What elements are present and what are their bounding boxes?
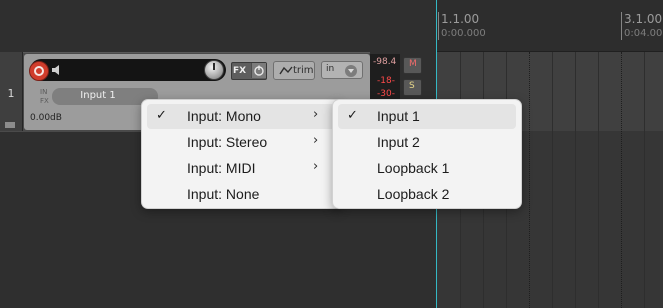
mono-input-submenu: ✓ Input 1 Input 2 Loopback 1 Loopback 2 bbox=[332, 99, 522, 209]
input-fx-fx-label: FX bbox=[40, 97, 49, 105]
menu-item-input-2[interactable]: Input 2 bbox=[338, 130, 516, 155]
ruler-tick bbox=[621, 12, 622, 40]
menu-item-label: Input 2 bbox=[377, 134, 420, 150]
input-fx-in-label: IN bbox=[40, 88, 48, 96]
ruler-tick bbox=[438, 12, 439, 40]
menu-item-loopback-1[interactable]: Loopback 1 bbox=[338, 156, 516, 181]
menu-item-input-1[interactable]: ✓ Input 1 bbox=[338, 104, 516, 129]
fx-button-label: FX bbox=[233, 66, 247, 76]
menu-item-label: Loopback 1 bbox=[377, 160, 450, 176]
menu-item-label: Input 1 bbox=[377, 108, 420, 124]
chevron-right-icon: › bbox=[313, 159, 319, 174]
ruler-bar-label: 1.1.00 bbox=[441, 12, 480, 26]
timeline-ruler[interactable] bbox=[437, 0, 663, 52]
menu-item-label: Input: None bbox=[187, 186, 260, 202]
menu-item-input-mono[interactable]: ✓ Input: Mono › bbox=[147, 104, 336, 129]
menu-item-label: Input: MIDI bbox=[187, 160, 256, 176]
grid-line bbox=[552, 52, 553, 308]
menu-item-input-stereo[interactable]: Input: Stereo › bbox=[147, 130, 336, 155]
menu-item-label: Loopback 2 bbox=[377, 186, 450, 202]
speaker-icon[interactable] bbox=[51, 64, 63, 76]
mute-button-label: M bbox=[409, 59, 417, 69]
pan-knob[interactable] bbox=[204, 60, 224, 80]
menu-item-input-midi[interactable]: Input: MIDI › bbox=[147, 156, 336, 181]
check-icon: ✓ bbox=[156, 108, 167, 123]
ruler-time-label: 0:04.00 bbox=[624, 28, 663, 39]
check-icon: ✓ bbox=[347, 108, 358, 123]
beat-line bbox=[529, 52, 530, 308]
meter-scale-label: -18- bbox=[377, 76, 395, 86]
peak-readout[interactable]: -98.4 bbox=[373, 57, 396, 67]
track-number: 1 bbox=[7, 87, 15, 100]
menu-item-label: Input: Mono bbox=[187, 108, 261, 124]
fx-bypass-icon[interactable] bbox=[251, 63, 266, 78]
input-selector-label: Input 1 bbox=[80, 90, 116, 101]
chevron-right-icon: › bbox=[313, 133, 319, 148]
input-monitor-label: in bbox=[326, 64, 335, 74]
input-menu: ✓ Input: Mono › Input: Stereo › Input: M… bbox=[141, 99, 342, 209]
trim-button-label: trim bbox=[293, 65, 314, 76]
grid-line bbox=[598, 52, 599, 308]
menu-item-label: Input: Stereo bbox=[187, 134, 268, 150]
ruler-time-label: 0:00.000 bbox=[441, 28, 486, 39]
track-folder-icon[interactable] bbox=[5, 122, 15, 128]
solo-button-label: S bbox=[409, 81, 415, 91]
grid-line bbox=[575, 52, 576, 308]
ruler-bar-label: 3.1.00 bbox=[624, 12, 663, 26]
chevron-right-icon: › bbox=[313, 107, 319, 122]
menu-item-input-none[interactable]: Input: None bbox=[147, 182, 336, 207]
volume-readout: 0.00dB bbox=[30, 113, 62, 123]
beat-line bbox=[621, 52, 622, 308]
record-arm-button[interactable] bbox=[29, 61, 49, 81]
chevron-down-icon[interactable] bbox=[345, 65, 357, 77]
meter-scale-label: -30- bbox=[377, 89, 395, 99]
ruler-divider bbox=[437, 51, 663, 52]
menu-item-loopback-2[interactable]: Loopback 2 bbox=[338, 182, 516, 207]
grid-line bbox=[644, 52, 645, 308]
envelope-icon bbox=[279, 66, 293, 75]
